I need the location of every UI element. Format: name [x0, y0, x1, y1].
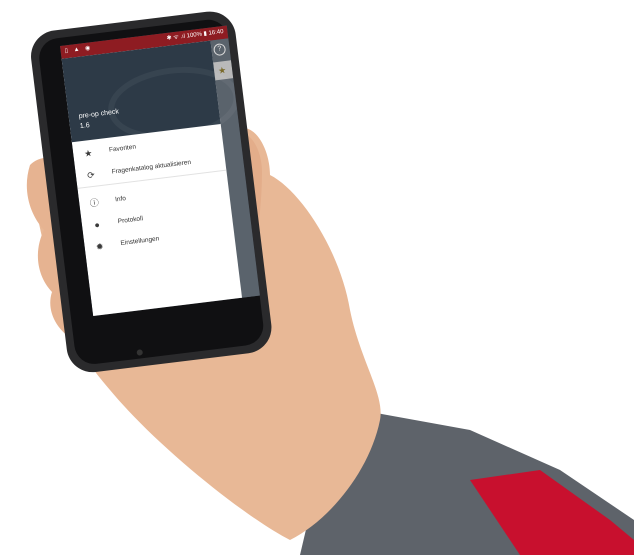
app-version: 1.6	[79, 122, 91, 131]
help-icon[interactable]: ?	[212, 42, 227, 57]
refresh-icon: ⟳	[86, 169, 96, 181]
menu-item-label: Favoriten	[108, 143, 137, 154]
menu-item-label: Protokoll	[117, 215, 144, 226]
phone-screen: ▯ ▲ ◉ ✱ ᯤ .ıl 100% ▮ 16:40 ? ★ pre-op ch…	[60, 25, 260, 316]
alert-icon: ●	[93, 219, 101, 231]
gear-icon: ✹	[95, 241, 105, 253]
menu-item-label: Info	[114, 195, 127, 204]
info-icon: ⓘ	[89, 197, 100, 209]
menu-item-label: Einstellungen	[120, 235, 160, 248]
menu-item-label: Fragenkatalog aktualisieren	[111, 158, 192, 176]
star-icon: ★	[83, 147, 93, 159]
navigation-drawer: pre-op check 1.6 ★ Favoriten ⟳ Fragenkat…	[61, 40, 244, 316]
drawer-header: pre-op check 1.6	[61, 40, 244, 148]
